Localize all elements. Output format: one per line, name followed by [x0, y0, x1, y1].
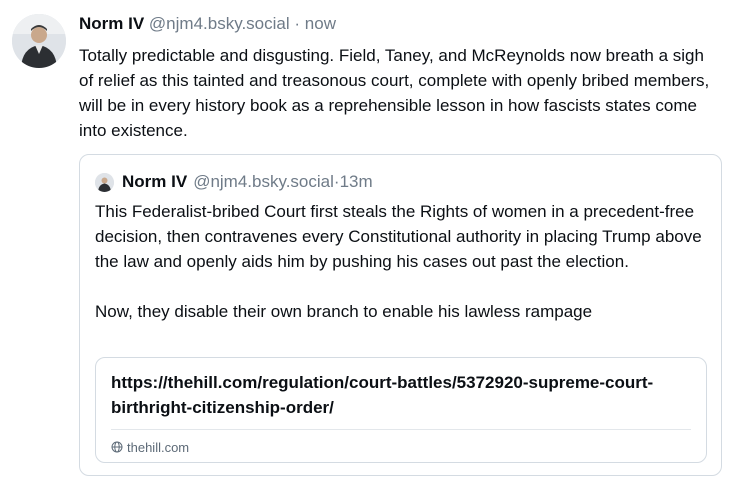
author-avatar[interactable] [12, 14, 66, 68]
quoted-post-header: Norm IV @njm4.bsky.social · 13m [95, 170, 373, 194]
link-card[interactable]: https://thehill.com/regulation/court-bat… [95, 357, 707, 463]
quoted-post-text: This Federalist-bribed Court first steal… [95, 199, 707, 324]
post: Norm IV @njm4.bsky.social · now Totally … [79, 12, 725, 143]
quoted-author-avatar [95, 172, 114, 192]
globe-icon [111, 441, 123, 453]
quoted-post[interactable]: Norm IV @njm4.bsky.social · 13m This Fed… [79, 154, 722, 476]
quoted-post-timestamp: 13m [339, 172, 373, 191]
post-text: Totally predictable and disgusting. Fiel… [79, 46, 710, 140]
author-handle[interactable]: @njm4.bsky.social [149, 14, 290, 33]
quoted-paragraph-1: This Federalist-bribed Court first steal… [95, 202, 702, 271]
quoted-paragraph-2: Now, they disable their own branch to en… [95, 302, 593, 321]
quoted-author-name: Norm IV [122, 172, 188, 191]
author-name[interactable]: Norm IV [79, 14, 144, 33]
link-card-domain: thehill.com [111, 437, 189, 457]
separator-dot: · [294, 14, 301, 33]
post-timestamp[interactable]: now [305, 14, 336, 33]
link-card-title[interactable]: https://thehill.com/regulation/court-bat… [111, 370, 696, 420]
post-header: Norm IV @njm4.bsky.social · now [79, 12, 725, 36]
link-card-divider [111, 429, 691, 430]
quoted-author-handle: @njm4.bsky.social [193, 172, 334, 191]
link-card-domain-text: thehill.com [127, 439, 190, 455]
